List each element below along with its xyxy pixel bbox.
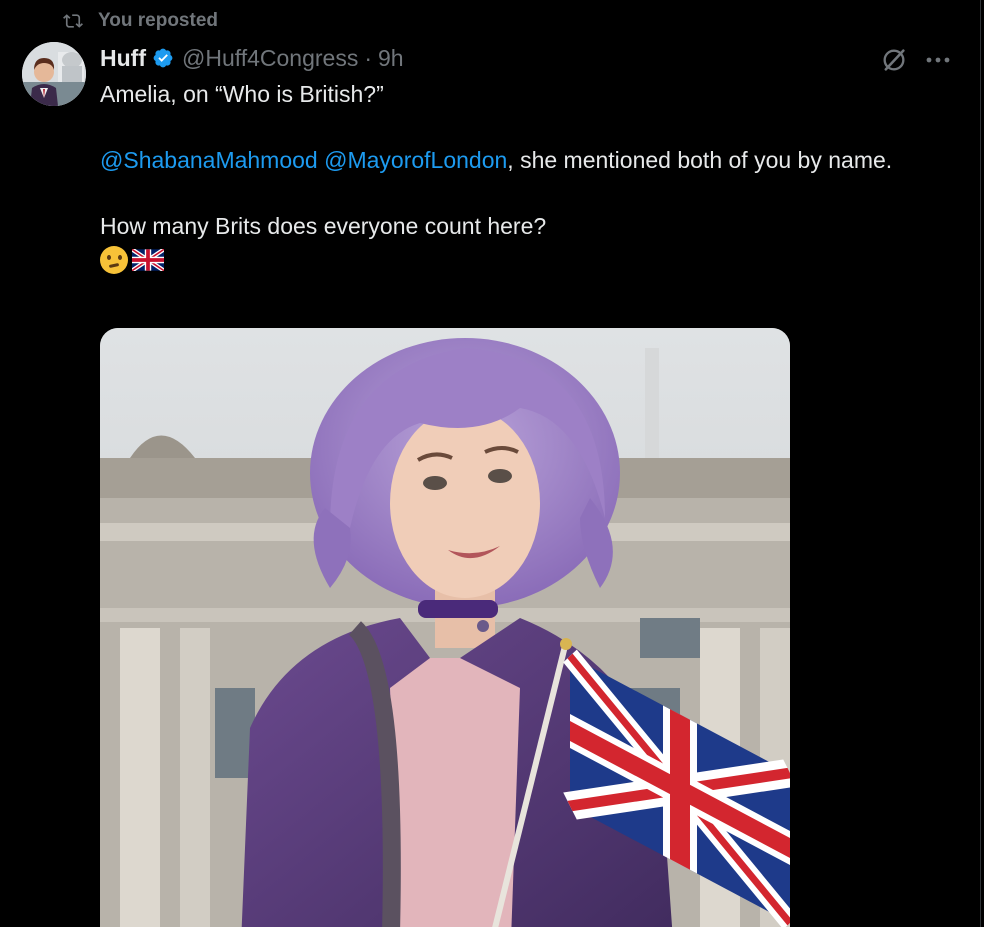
repost-icon: [63, 14, 83, 28]
tweet-page: You reposted Huff @Huff4Congress · 9h Am…: [0, 0, 984, 927]
author-handle[interactable]: @Huff4Congress: [182, 45, 358, 72]
thinking-face-icon: [100, 245, 128, 274]
uk-flag-icon: [132, 248, 164, 271]
tweet-header: Huff @Huff4Congress · 9h: [100, 42, 404, 74]
separator-dot: ·: [364, 44, 372, 71]
emoji-row: [100, 243, 920, 276]
mention-link[interactable]: @MayorofLondon: [324, 147, 507, 173]
more-options-icon[interactable]: [922, 44, 954, 76]
tweet-text-line-2-rest: , she mentioned both of you by name.: [507, 147, 893, 173]
avatar-image: [22, 42, 86, 106]
grok-icon[interactable]: [878, 44, 910, 76]
tweet-text-line-1: Amelia, on “Who is British?”: [100, 81, 384, 107]
mention-link[interactable]: @ShabanaMahmood: [100, 147, 318, 173]
tweet-text: Amelia, on “Who is British?” @ShabanaMah…: [100, 78, 920, 276]
tweet-timestamp[interactable]: 9h: [378, 45, 404, 72]
avatar[interactable]: [22, 42, 86, 106]
tweet-text-line-2: @ShabanaMahmood @MayorofLondon, she ment…: [100, 144, 920, 177]
tweet-text-line-3: How many Brits does everyone count here?: [100, 213, 547, 239]
column-divider: [980, 0, 981, 927]
verified-badge-icon[interactable]: [152, 47, 174, 69]
author-display-name[interactable]: Huff: [100, 45, 146, 72]
repost-indicator[interactable]: You reposted: [62, 9, 218, 33]
repost-label: You reposted: [98, 10, 218, 31]
media-image: [100, 328, 790, 927]
tweet-media-image[interactable]: [100, 328, 790, 927]
